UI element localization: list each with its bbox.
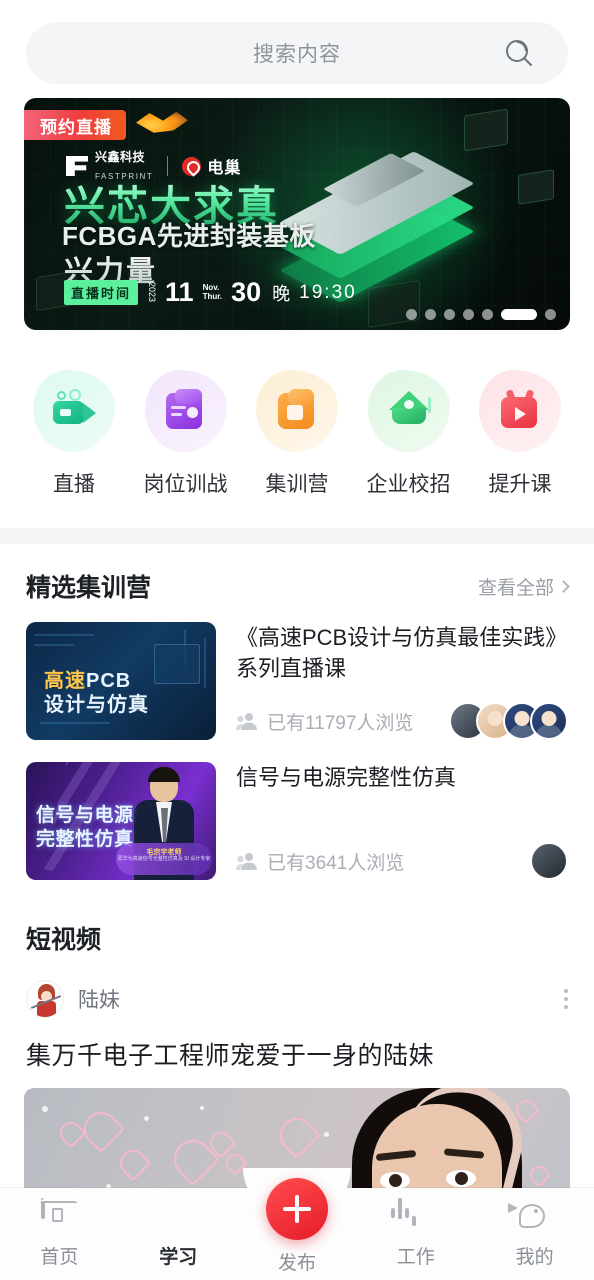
instructor-tag: 毛宗宇老师 原华为高速信号光整性仿真及 SI 设计专家 <box>116 843 212 875</box>
course-views: 已有11797人浏览 <box>236 708 413 735</box>
people-group-icon <box>236 853 257 870</box>
section-title: 精选集训营 <box>26 574 152 602</box>
search-input[interactable]: 搜索内容 <box>253 38 341 68</box>
viewer-avatars <box>530 842 568 880</box>
chip-decor <box>464 108 508 152</box>
category-label: 提升课 <box>488 473 552 496</box>
category-icon-bg <box>144 370 227 452</box>
category-item-job[interactable]: 岗位训战 <box>136 370 236 498</box>
course-views-label: 已有11797人浏览 <box>267 712 414 734</box>
view-all-link[interactable]: 查看全部 <box>477 573 570 600</box>
nav-item-home[interactable]: 首页 <box>0 1188 119 1269</box>
banner-day: 30 <box>231 277 262 307</box>
category-item-course[interactable]: 提升课 <box>470 370 570 498</box>
nav-item-publish[interactable]: 发布 <box>238 1178 357 1275</box>
short-video-username[interactable]: 陆妹 <box>78 984 120 1014</box>
carousel-dot[interactable] <box>463 309 474 320</box>
carousel-indicators[interactable] <box>406 309 556 320</box>
nav-label: 我的 <box>515 1247 554 1268</box>
banner-month: 11 <box>165 277 194 307</box>
banner-section: 预约直播 兴鑫科技 FASTPRINT 电巢 兴芯大求真 FCBGA先进封装基板 <box>0 98 594 330</box>
category-icon-bg <box>479 370 561 452</box>
training-folder-icon <box>274 389 320 433</box>
bottom-navigation: 首页 学习 发布 工作 我的 <box>0 1168 594 1280</box>
thumb-text-1: 信号与电源 <box>36 805 134 826</box>
featured-header: 精选集训营 查看全部 <box>0 544 594 614</box>
people-group-icon <box>236 713 257 730</box>
nav-label: 学习 <box>159 1247 198 1268</box>
category-label: 集训营 <box>265 473 329 496</box>
category-label: 岗位训战 <box>143 473 228 496</box>
banner-day-en: Thur. <box>202 291 223 301</box>
category-icon-bg <box>256 370 338 452</box>
category-item-campus[interactable]: 企业校招 <box>359 370 459 498</box>
carousel-dot[interactable] <box>425 309 436 320</box>
carousel-dot[interactable] <box>406 309 417 320</box>
book-plus-icon <box>160 1200 196 1234</box>
more-vertical-icon[interactable] <box>564 989 568 1009</box>
fastprint-name-cn: 兴鑫科技 <box>95 150 146 164</box>
app-screen: 搜索内容 预约直播 兴鑫科技 电巢 兴芯大求真 FCBGA先进封装基板 兴力量 … <box>0 0 594 1280</box>
course-views: 已有3641人浏览 <box>236 848 404 875</box>
nav-item-work[interactable]: 工作 <box>356 1188 475 1269</box>
home-chip-icon <box>40 1189 79 1234</box>
carousel-dot[interactable] <box>545 309 556 320</box>
nav-label: 发布 <box>277 1253 316 1274</box>
section-divider <box>0 528 594 544</box>
search-bar[interactable]: 搜索内容 <box>26 22 568 84</box>
chevron-right-icon <box>557 579 570 593</box>
video-play-icon <box>497 389 543 433</box>
short-video-user-row: 陆妹 <box>0 956 594 1018</box>
promo-banner[interactable]: 预约直播 兴鑫科技 FASTPRINT 电巢 兴芯大求真 FCBGA先进封装基板 <box>24 98 570 330</box>
category-icon-bg <box>367 370 450 452</box>
course-card[interactable]: 信号与电源 完整性仿真 毛宗宇老师 原华为高速信号光整性仿真及 SI 设计专家 … <box>0 754 594 894</box>
course-title: 《高速PCB设计与仿真最佳实践》系列直播课 <box>236 625 568 682</box>
avatar <box>530 702 568 740</box>
course-title: 信号与电源完整性仿真 <box>236 765 457 790</box>
category-grid: 直播 岗位训战 集训营 企业校招 提升课 <box>0 330 594 528</box>
course-views-label: 已有3641人浏览 <box>267 852 405 874</box>
nav-label: 工作 <box>396 1247 435 1268</box>
carousel-dot[interactable] <box>444 309 455 320</box>
live-camera-icon <box>51 389 97 433</box>
short-video-post-title[interactable]: 集万千电子工程师宠爱于一身的陆妹 <box>0 1018 594 1072</box>
instructor-desc: 原华为高速信号光整性仿真及 SI 设计专家 <box>117 856 211 862</box>
banner-year: 2023 <box>147 282 158 303</box>
category-item-live[interactable]: 直播 <box>24 370 124 498</box>
category-icon-bg <box>33 370 115 452</box>
bird-icon <box>507 1200 553 1234</box>
course-card[interactable]: 高速PCB 设计与仿真 《高速PCB设计与仿真最佳实践》系列直播课 已有1179… <box>0 614 594 754</box>
viewer-avatars <box>449 702 568 740</box>
nav-label: 首页 <box>40 1247 79 1268</box>
anime-girl-avatar[interactable] <box>26 980 64 1018</box>
view-all-label: 查看全部 <box>477 577 554 599</box>
carousel-dot-active[interactable] <box>501 309 537 320</box>
plus-circle-icon[interactable] <box>265 1178 328 1240</box>
avatar <box>530 842 568 880</box>
nav-item-mine[interactable]: 我的 <box>475 1188 594 1269</box>
banner-evening: 晚 <box>272 283 291 304</box>
power-socket-icon <box>390 1198 434 1234</box>
job-card-icon <box>163 389 209 433</box>
category-item-camp[interactable]: 集训营 <box>247 370 347 498</box>
category-label: 直播 <box>53 473 95 496</box>
live-time-tag: 直播时间 <box>64 280 139 305</box>
course-thumbnail: 信号与电源 完整性仿真 毛宗宇老师 原华为高速信号光整性仿真及 SI 设计专家 <box>26 762 216 880</box>
course-thumbnail: 高速PCB 设计与仿真 <box>26 622 216 740</box>
category-label: 企业校招 <box>366 473 451 496</box>
banner-time-row: 直播时间 2023 11 Nov. Thur. 30 晚 19:30 <box>64 277 357 308</box>
chip-decor <box>518 169 554 205</box>
thumb-text-2: 设计与仿真 <box>44 694 149 716</box>
search-icon[interactable] <box>502 36 536 70</box>
short-video-section-title: 短视频 <box>26 926 102 954</box>
carousel-dot[interactable] <box>482 309 493 320</box>
banner-clock: 19:30 <box>299 281 357 303</box>
search-section: 搜索内容 <box>0 0 594 98</box>
banner-badge: 预约直播 <box>24 110 126 140</box>
graduation-cap-icon <box>386 389 432 433</box>
nav-item-study[interactable]: 学习 <box>119 1188 238 1269</box>
